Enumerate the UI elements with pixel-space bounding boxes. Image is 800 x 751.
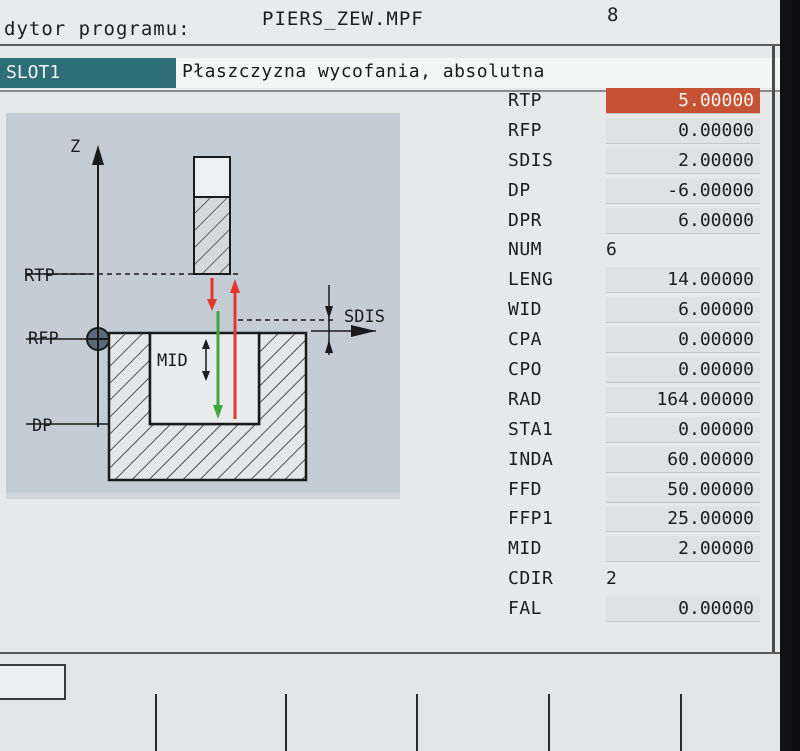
- param-value-cpo[interactable]: 0.00000: [606, 357, 760, 384]
- param-value-mid[interactable]: 2.00000: [606, 536, 760, 563]
- param-row-rtp[interactable]: RTP 5.00000: [500, 86, 762, 116]
- rfp-label: RFP: [28, 329, 59, 349]
- param-name: STA1: [508, 418, 554, 440]
- line-number: 8: [607, 4, 620, 26]
- screen-bezel: [780, 0, 792, 751]
- softkey-divider: [680, 694, 682, 751]
- softkey-bar: [0, 652, 792, 751]
- sdis-label: SDIS: [344, 307, 385, 327]
- param-value-cdir[interactable]: 2: [606, 566, 760, 592]
- param-row-ffd[interactable]: FFD 50.00000: [500, 475, 762, 505]
- param-name: CPA: [508, 329, 543, 351]
- param-value-ffp1[interactable]: 25.00000: [606, 506, 760, 533]
- param-name: CPO: [508, 359, 543, 381]
- param-name: FAL: [508, 598, 543, 620]
- param-value-rad[interactable]: 164.00000: [606, 386, 760, 413]
- param-row-inda[interactable]: INDA 60.00000: [500, 445, 762, 475]
- param-row-sta1[interactable]: STA1 0.00000: [500, 415, 762, 445]
- param-row-dpr[interactable]: DPR 6.00000: [500, 206, 762, 236]
- program-file-name: PIERS_ZEW.MPF: [262, 8, 424, 30]
- content-border: [772, 46, 775, 652]
- param-value-sta1[interactable]: 0.00000: [606, 416, 760, 443]
- param-name: FFD: [508, 478, 543, 500]
- param-value-cpa[interactable]: 0.00000: [606, 327, 760, 354]
- parameter-list: RTP 5.00000 RFP 0.00000 SDIS 2.00000 DP -6.0…: [500, 86, 762, 624]
- program-editor-header: dytor programu: PIERS_ZEW.MPF 8: [0, 0, 780, 46]
- reference-point-marker: [86, 327, 110, 351]
- param-row-sdis[interactable]: SDIS 2.00000: [500, 146, 762, 176]
- softkey-divider: [155, 694, 157, 751]
- param-value-wid[interactable]: 6.00000: [606, 297, 760, 324]
- softkey-left[interactable]: [0, 664, 66, 700]
- parameter-description: Płaszczyzna wycofania, absolutna: [176, 58, 780, 88]
- param-row-ffp1[interactable]: FFP1 25.00000: [500, 504, 762, 534]
- dp-label: DP: [32, 416, 52, 436]
- param-name: DP: [508, 179, 531, 201]
- param-value-sdis[interactable]: 2.00000: [606, 147, 760, 174]
- param-value-rfp[interactable]: 0.00000: [606, 117, 760, 144]
- drill-tool: [193, 156, 231, 275]
- cycle-help-graphic: Z MID RTP RFP DP SDIS: [6, 113, 400, 499]
- param-row-mid[interactable]: MID 2.00000: [500, 534, 762, 564]
- rtp-label: RTP: [24, 266, 55, 286]
- param-row-fal[interactable]: FAL 0.00000: [500, 594, 762, 624]
- param-name: LENG: [508, 269, 554, 291]
- param-row-rad[interactable]: RAD 164.00000: [500, 385, 762, 415]
- param-value-leng[interactable]: 14.00000: [606, 267, 760, 294]
- param-name: CDIR: [508, 568, 554, 590]
- cycle-name: SLOT1: [0, 58, 176, 88]
- editor-label: dytor programu:: [4, 18, 191, 40]
- param-value-rtp[interactable]: 5.00000: [606, 88, 760, 114]
- param-name: RAD: [508, 388, 543, 410]
- softkey-divider: [416, 694, 418, 751]
- mid-label: MID: [157, 351, 188, 371]
- param-value-fal[interactable]: 0.00000: [606, 596, 760, 623]
- param-row-wid[interactable]: WID 6.00000: [500, 295, 762, 325]
- param-name: INDA: [508, 448, 554, 470]
- param-row-cpo[interactable]: CPO 0.00000: [500, 355, 762, 385]
- param-name: FFP1: [508, 508, 554, 530]
- softkey-divider: [548, 694, 550, 751]
- param-row-rfp[interactable]: RFP 0.00000: [500, 116, 762, 146]
- param-name: DPR: [508, 209, 543, 231]
- softkey-divider: [285, 694, 287, 751]
- param-value-dp[interactable]: -6.00000: [606, 177, 760, 204]
- param-value-inda[interactable]: 60.00000: [606, 446, 760, 473]
- workpiece-section: [107, 331, 308, 482]
- param-name: WID: [508, 299, 543, 321]
- param-name: RFP: [508, 119, 543, 141]
- param-value-ffd[interactable]: 50.00000: [606, 476, 760, 503]
- param-row-dp[interactable]: DP -6.00000: [500, 176, 762, 206]
- param-value-num[interactable]: 6: [606, 237, 760, 263]
- param-row-num[interactable]: NUM 6: [500, 235, 762, 265]
- param-name: MID: [508, 538, 543, 560]
- param-row-leng[interactable]: LENG 14.00000: [500, 265, 762, 295]
- param-name: SDIS: [508, 149, 554, 171]
- param-row-cpa[interactable]: CPA 0.00000: [500, 325, 762, 355]
- cnc-screen: dytor programu: PIERS_ZEW.MPF 8 SLOT1 Pł…: [0, 0, 792, 751]
- param-name: NUM: [508, 239, 543, 261]
- param-value-dpr[interactable]: 6.00000: [606, 207, 760, 234]
- param-row-cdir[interactable]: CDIR 2: [500, 564, 762, 594]
- z-axis-label: Z: [70, 137, 80, 157]
- param-name: RTP: [508, 90, 543, 111]
